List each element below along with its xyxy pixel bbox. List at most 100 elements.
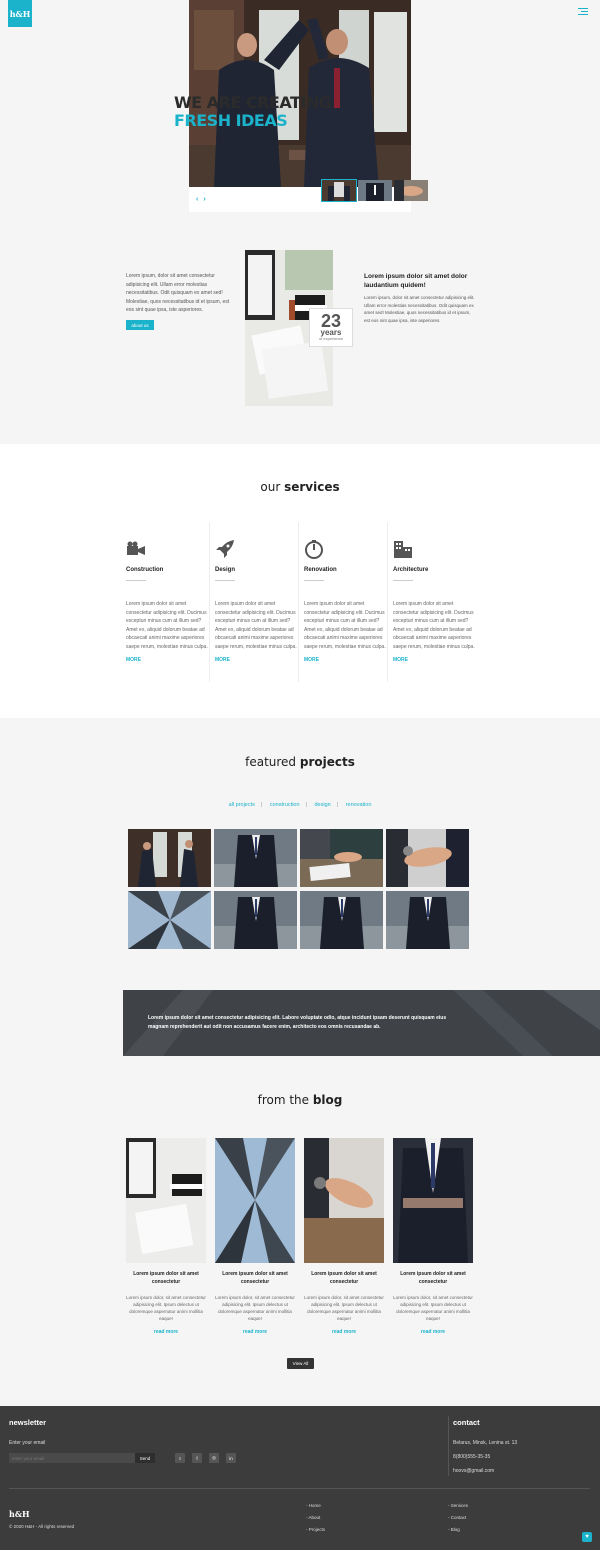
- footer-divider: [448, 1416, 449, 1476]
- blog-image[interactable]: [304, 1138, 384, 1263]
- blog-post-text: Lorem ipsum dolor, sit amet consectetur …: [126, 1295, 206, 1321]
- newsletter-title: newsletter: [9, 1418, 47, 1427]
- services-title-bold: services: [284, 480, 340, 494]
- service-card: Architecture Lorem ipsum dolor sit amet …: [388, 522, 477, 682]
- footer-link-home[interactable]: - Home: [306, 1503, 321, 1508]
- footer-link-blog[interactable]: - Blog: [448, 1527, 460, 1532]
- contact-address: Belarus, Minsk, Lenina st. 13: [453, 1440, 518, 1446]
- instagram-icon[interactable]: ◎: [209, 1453, 219, 1463]
- service-more-link[interactable]: MORE: [126, 657, 209, 663]
- footer-link-contact[interactable]: - Contact: [448, 1515, 466, 1520]
- filter-design[interactable]: design: [315, 802, 331, 808]
- service-name: Design: [215, 567, 236, 573]
- experience-badge: 23 years of experience: [309, 308, 353, 347]
- chat-icon[interactable]: ♥: [582, 1532, 592, 1542]
- projects-grid: [128, 829, 471, 949]
- rocket-icon: [215, 539, 298, 563]
- project-thumbnail[interactable]: [300, 829, 383, 887]
- menu-icon[interactable]: [578, 8, 588, 17]
- blog-post-title[interactable]: Lorem ipsum dolor sit amet consectetur: [304, 1271, 384, 1286]
- copyright: © 2020 H&H - All rights reserved: [9, 1524, 75, 1529]
- blog-image[interactable]: [215, 1138, 295, 1263]
- about-us-button[interactable]: about us: [126, 320, 154, 330]
- blog-post-title[interactable]: Lorem ipsum dolor sit amet consectetur: [215, 1271, 295, 1286]
- divider: [304, 580, 324, 581]
- divider: [126, 580, 146, 581]
- send-button[interactable]: Send: [135, 1453, 155, 1463]
- filter-all-projects[interactable]: all projects: [229, 802, 255, 808]
- camera-icon: [126, 539, 209, 563]
- service-text: Lorem ipsum dolor sit amet consectetur a…: [126, 601, 208, 650]
- contact-email[interactable]: hoovs@gmail.com: [453, 1468, 494, 1474]
- service-card: Renovation Lorem ipsum dolor sit amet co…: [299, 522, 388, 682]
- hero-title-line1: WE ARE CREATING: [174, 93, 332, 112]
- service-more-link[interactable]: MORE: [215, 657, 298, 663]
- project-thumbnail[interactable]: [386, 829, 469, 887]
- project-filters: all projects | construction | design | reno…: [228, 802, 372, 808]
- hero-thumbnail[interactable]: [321, 179, 357, 202]
- linkedin-icon[interactable]: in: [226, 1453, 236, 1463]
- about-quote-title: Lorem ipsum dolor sit amet dolor laudant…: [364, 273, 468, 289]
- project-thumbnail[interactable]: [214, 891, 297, 949]
- blog-post-title[interactable]: Lorem ipsum dolor sit amet consectetur: [126, 1271, 206, 1286]
- filter-renovation[interactable]: renovation: [346, 802, 372, 808]
- divider: [215, 580, 235, 581]
- service-name: Construction: [126, 567, 164, 573]
- blog-card: Lorem ipsum dolor sit amet consectetur L…: [215, 1138, 295, 1335]
- twitter-icon[interactable]: t: [175, 1453, 185, 1463]
- blog-post-text: Lorem ipsum dolor, sit amet consectetur …: [304, 1295, 384, 1321]
- project-thumbnail[interactable]: [386, 891, 469, 949]
- project-thumbnail[interactable]: [128, 829, 211, 887]
- project-thumbnail[interactable]: [300, 891, 383, 949]
- service-card: Construction Lorem ipsum dolor sit amet …: [121, 522, 210, 682]
- about-quote-text: Lorem ipsum, dolor sit amet consectetur …: [364, 295, 475, 323]
- project-thumbnail[interactable]: [128, 891, 211, 949]
- service-text: Lorem ipsum dolor sit amet consectetur a…: [304, 601, 386, 650]
- blog-post-text: Lorem ipsum dolor, sit amet consectetur …: [393, 1295, 473, 1321]
- contact-phone[interactable]: 8(800)555-35-35: [453, 1454, 490, 1460]
- filter-construction[interactable]: construction: [270, 802, 300, 808]
- hero-thumbnails: [321, 179, 428, 202]
- read-more-link[interactable]: read more: [126, 1329, 206, 1335]
- service-name: Renovation: [304, 567, 337, 573]
- read-more-link[interactable]: read more: [304, 1329, 384, 1335]
- divider: [393, 580, 413, 581]
- read-more-link[interactable]: read more: [393, 1329, 473, 1335]
- read-more-link[interactable]: read more: [215, 1329, 295, 1335]
- brand-logo[interactable]: h&H: [8, 0, 32, 27]
- service-more-link[interactable]: MORE: [304, 657, 387, 663]
- hero-title-line2: FRESH IDEAS: [174, 111, 288, 130]
- blog-card: Lorem ipsum dolor sit amet consectetur L…: [126, 1138, 206, 1335]
- service-text: Lorem ipsum dolor sit amet consectetur a…: [215, 601, 297, 650]
- hero-title: WE ARE CREATING FRESH IDEAS: [174, 93, 332, 130]
- hero-thumbnail[interactable]: [358, 180, 392, 201]
- footer-link-about[interactable]: - About: [306, 1515, 320, 1520]
- services-title: our services: [0, 480, 600, 494]
- service-more-link[interactable]: MORE: [393, 657, 477, 663]
- blog-card: Lorem ipsum dolor sit amet consectetur L…: [393, 1138, 473, 1335]
- hero-thumbnail[interactable]: [394, 180, 428, 201]
- footer-link-services[interactable]: - Services: [448, 1503, 468, 1508]
- blog-image[interactable]: [393, 1138, 473, 1263]
- facebook-icon[interactable]: f: [192, 1453, 202, 1463]
- project-thumbnail[interactable]: [214, 829, 297, 887]
- service-name: Architecture: [393, 567, 429, 573]
- blog-post-title[interactable]: Lorem ipsum dolor sit amet consectetur: [393, 1271, 473, 1286]
- footer-logo[interactable]: h&H: [9, 1509, 30, 1519]
- building-icon: [393, 539, 477, 563]
- blog-post-text: Lorem ipsum dolor, sit amet consectetur …: [215, 1295, 295, 1321]
- banner-text: Lorem ipsum dolor sit amet consectetur a…: [148, 1015, 447, 1030]
- gauge-icon: [304, 539, 387, 563]
- hero-arrows: ‹›: [196, 196, 211, 203]
- footer-divider: [9, 1488, 590, 1489]
- blog-title-bold: blog: [312, 1093, 343, 1107]
- contact-title: contact: [453, 1418, 480, 1427]
- projects-title: featured projects: [0, 755, 600, 769]
- view-all-button[interactable]: View All: [287, 1358, 314, 1369]
- next-arrow-icon[interactable]: ›: [203, 196, 210, 203]
- email-input[interactable]: [9, 1453, 135, 1463]
- projects-title-bold: projects: [299, 755, 355, 769]
- blog-image[interactable]: [126, 1138, 206, 1263]
- service-text: Lorem ipsum dolor sit amet consectetur a…: [393, 601, 475, 650]
- footer-link-projects[interactable]: - Projects: [306, 1527, 325, 1532]
